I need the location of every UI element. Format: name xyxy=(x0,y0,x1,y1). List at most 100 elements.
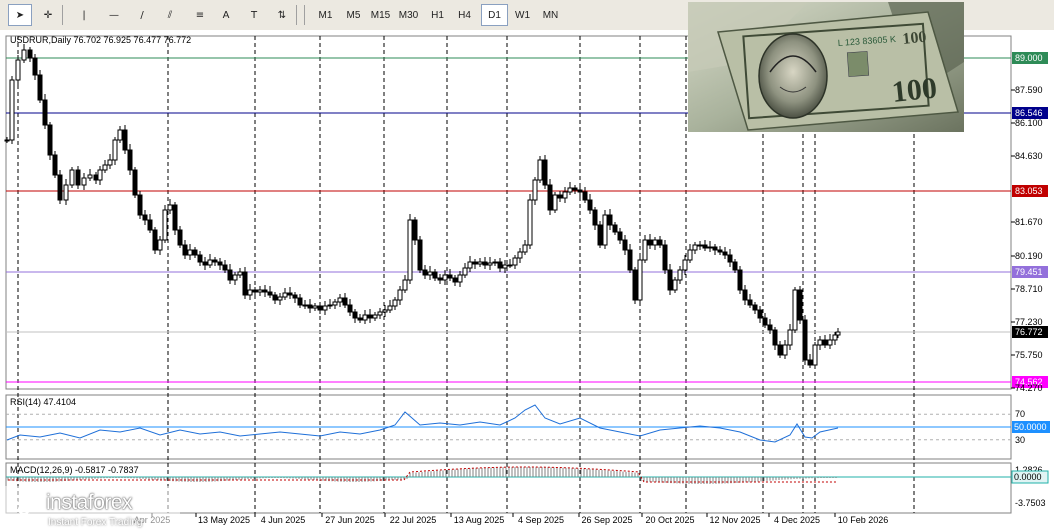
candle-body xyxy=(757,309,763,319)
candle-body xyxy=(567,187,573,193)
candle-body xyxy=(427,271,433,276)
candle-body xyxy=(267,291,273,296)
candle-body xyxy=(437,277,443,281)
candle-body xyxy=(42,99,48,126)
candle-body xyxy=(552,194,558,211)
timeframe-m1[interactable]: M1 xyxy=(312,4,339,26)
candle-body xyxy=(307,304,313,309)
vertical-line-icon[interactable]: | xyxy=(72,4,96,26)
text-label-icon[interactable]: T xyxy=(242,4,266,26)
timeframe-m15[interactable]: M15 xyxy=(367,4,394,26)
candle-body xyxy=(492,261,498,264)
candle-body xyxy=(357,317,363,321)
horizontal-line-icon[interactable]: — xyxy=(102,4,126,26)
candle-body xyxy=(287,292,293,296)
toolbar-separator xyxy=(304,5,305,25)
timeframe-mn[interactable]: MN xyxy=(537,4,564,26)
cursor-icon[interactable]: ➤ xyxy=(8,4,32,26)
candle-body xyxy=(47,124,53,156)
candle-body xyxy=(477,261,483,265)
candle-body xyxy=(687,249,693,261)
toolbar-separator xyxy=(62,5,63,25)
candle-body xyxy=(187,249,193,256)
equidistant-channel-icon[interactable]: ⫽ xyxy=(158,4,182,26)
date-label: 10 Feb 2026 xyxy=(838,515,889,525)
candle-body xyxy=(487,262,493,266)
candle-body xyxy=(692,244,698,251)
candle-body xyxy=(512,257,518,266)
date-label: 13 May 2025 xyxy=(198,515,250,525)
crosshair-icon[interactable]: ✛ xyxy=(36,4,60,26)
candle-body xyxy=(317,305,323,311)
current-price-label: 76.772 xyxy=(1015,327,1043,337)
candle-body xyxy=(667,269,673,291)
candle-body xyxy=(647,239,653,246)
candle-body xyxy=(457,274,463,283)
level-label: 83.053 xyxy=(1015,186,1043,196)
candle-body xyxy=(217,261,223,266)
candle-body xyxy=(172,204,178,231)
macd-tick-label: -3.7503 xyxy=(1015,498,1046,508)
macd-header: MACD(12,26,9) -0.5817 -0.7837 xyxy=(10,465,139,475)
candle-body xyxy=(742,289,748,301)
date-label: 12 Nov 2025 xyxy=(709,515,760,525)
candle-body xyxy=(347,304,353,313)
arrows-icon[interactable]: ⇅ xyxy=(270,4,294,26)
level-label: 89.000 xyxy=(1015,53,1043,63)
candle-body xyxy=(162,209,168,241)
candle-body xyxy=(69,169,75,186)
candle-body xyxy=(227,269,233,281)
candle-body xyxy=(817,339,823,346)
candle-body xyxy=(637,259,643,301)
candle-body xyxy=(177,229,183,246)
bill-denomination-2: 100 xyxy=(902,29,928,48)
candle-body xyxy=(797,289,803,321)
candle-body xyxy=(277,296,283,301)
candle-body xyxy=(262,289,268,293)
level-label: 86.546 xyxy=(1015,108,1043,118)
candle-body xyxy=(737,269,743,291)
candle-body xyxy=(407,219,413,281)
bill-denomination: 100 xyxy=(890,71,938,109)
trendline-icon[interactable]: / xyxy=(130,4,154,26)
candle-body xyxy=(627,249,633,271)
candle-body xyxy=(582,191,588,201)
text-icon[interactable]: A xyxy=(214,4,238,26)
rsi-tick-label: 30 xyxy=(1015,435,1025,445)
candle-body xyxy=(242,271,248,296)
candle-body xyxy=(352,311,358,319)
candle-body xyxy=(75,169,81,186)
timeframe-m30[interactable]: M30 xyxy=(395,4,422,26)
candle-body xyxy=(717,249,723,253)
candle-body xyxy=(772,329,778,346)
price-tick-label: 80.190 xyxy=(1015,251,1043,261)
candle-body xyxy=(752,304,758,311)
candle-body xyxy=(787,329,793,346)
price-tick-label: 78.710 xyxy=(1015,284,1043,294)
timeframe-h1[interactable]: H1 xyxy=(424,4,451,26)
date-label: 22 Jul 2025 xyxy=(390,515,437,525)
candle-body xyxy=(747,299,753,306)
candle-body xyxy=(397,289,403,301)
candle-body xyxy=(157,239,163,251)
candle-body xyxy=(132,169,138,196)
candle-body xyxy=(147,219,153,231)
timeframe-w1[interactable]: W1 xyxy=(509,4,536,26)
candle-body xyxy=(442,274,448,281)
candle-body xyxy=(792,289,798,331)
candle-body xyxy=(337,297,343,303)
fibonacci-icon[interactable]: ≡ xyxy=(188,4,212,26)
timeframe-m5[interactable]: M5 xyxy=(340,4,367,26)
candle-body xyxy=(412,219,418,241)
candle-body xyxy=(617,231,623,241)
candle-body xyxy=(482,261,488,266)
candle-body xyxy=(607,214,613,226)
toolbar-separator xyxy=(296,5,297,25)
candle-body xyxy=(87,174,93,179)
candle-body xyxy=(117,129,123,141)
candle-body xyxy=(362,314,368,321)
timeframe-h4[interactable]: H4 xyxy=(451,4,478,26)
candle-body xyxy=(4,139,10,142)
candle-body xyxy=(167,204,173,211)
timeframe-d1[interactable]: D1 xyxy=(481,4,508,26)
